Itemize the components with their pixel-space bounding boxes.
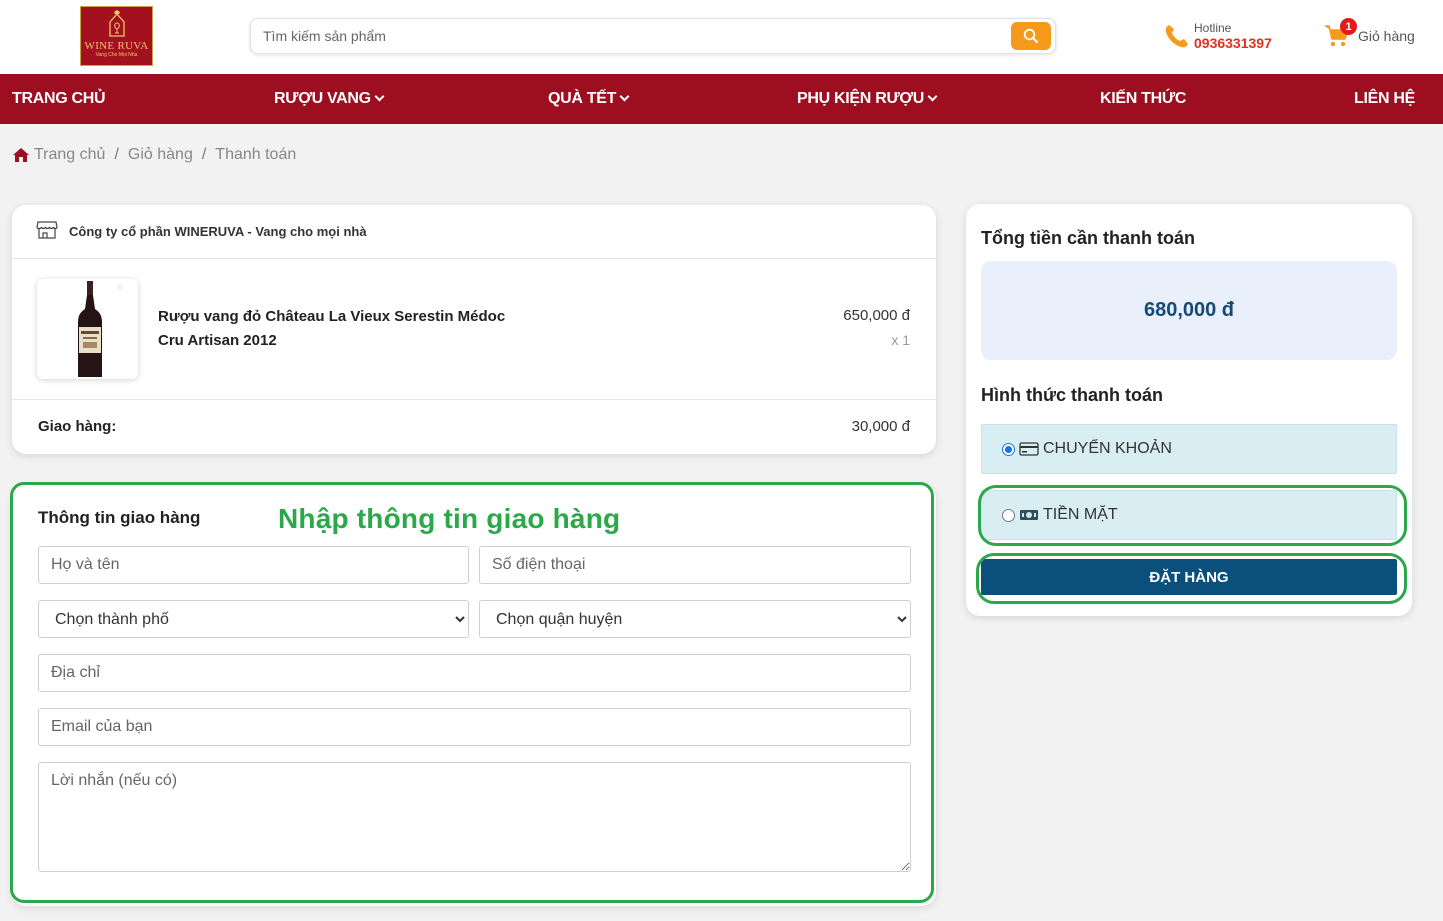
payment-option-cash[interactable]: TIỀN MẶT <box>981 490 1397 540</box>
shipping-info-title: Thông tin giao hàng <box>38 508 201 527</box>
product-price: 650,000 đ <box>843 307 910 324</box>
hotline-label: Hotline <box>1194 21 1232 35</box>
bank-transfer-label: CHUYỂN KHOẢN <box>1043 440 1172 457</box>
chevron-down-icon <box>374 91 385 102</box>
product-quantity: x 1 <box>891 332 910 348</box>
cash-label: TIỀN MẶT <box>1043 506 1118 523</box>
nav-item-contact[interactable]: LIÊN HỆ <box>1354 90 1415 108</box>
payment-summary-card: Tổng tiền cần thanh toán 680,000 đ Hình … <box>966 204 1412 616</box>
nav-item-home[interactable]: TRANG CHỦ <box>12 90 106 108</box>
phone-icon <box>1165 25 1188 48</box>
bank-transfer-radio[interactable] <box>1002 442 1015 456</box>
wine-bottle-icon: ☆ <box>78 281 123 377</box>
cash-icon <box>1020 510 1038 520</box>
cart-count-badge: 1 <box>1340 18 1357 35</box>
chevron-down-icon <box>619 91 630 102</box>
breadcrumb-separator: / <box>201 146 207 163</box>
top-header: WINE RUVA Vang Cho Mọi Nhà Hotline 09363… <box>0 0 1443 74</box>
breadcrumb-separator: / <box>114 146 119 163</box>
logo-brand-text: WINE RUVA <box>84 40 149 52</box>
cash-radio[interactable] <box>1002 508 1015 522</box>
breadcrumb: Trang chủ / Giỏ hàng / Thanh toán <box>12 146 296 164</box>
address-input[interactable] <box>38 654 911 692</box>
nav-item-tet-gifts[interactable]: QUÀ TẾT <box>548 90 630 108</box>
order-card: Công ty cổ phần WINERUVA - Vang cho mọi … <box>12 205 936 454</box>
payment-method-title: Hình thức thanh toán <box>981 385 1164 405</box>
email-input[interactable] <box>38 708 911 746</box>
search-button[interactable] <box>1011 22 1051 50</box>
product-name[interactable]: Rượu vang đỏ Château La Vieux Serestin M… <box>158 305 518 353</box>
cart-link[interactable]: 1 Giỏ hàng <box>1324 18 1424 52</box>
search-input[interactable] <box>251 19 1011 53</box>
product-row: ☆ Rượu vang đỏ Château La Vieux Serestin… <box>12 259 936 400</box>
cart-label: Giỏ hàng <box>1358 28 1415 44</box>
main-nav: TRANG CHỦ RƯỢU VANG QUÀ TẾT PHỤ KIỆN RƯỢ… <box>0 74 1443 124</box>
search-icon <box>1023 28 1038 43</box>
company-row: Công ty cổ phần WINERUVA - Vang cho mọi … <box>12 205 936 259</box>
shipping-label: Giao hàng: <box>38 418 117 435</box>
payment-option-bank-transfer[interactable]: CHUYỂN KHOẢN <box>981 424 1397 474</box>
place-order-button[interactable]: ĐẶT HÀNG <box>981 559 1397 595</box>
nav-item-accessories[interactable]: PHỤ KIỆN RƯỢU <box>797 90 938 108</box>
home-icon <box>13 148 29 162</box>
shipping-fee-row: Giao hàng: 30,000 đ <box>12 400 936 454</box>
chevron-down-icon <box>927 91 938 102</box>
nav-item-knowledge[interactable]: KIẾN THỨC <box>1100 90 1186 108</box>
search-bar <box>250 18 1056 54</box>
phone-input[interactable] <box>479 546 911 584</box>
breadcrumb-home[interactable]: Trang chủ <box>34 146 105 164</box>
note-textarea[interactable] <box>38 762 911 872</box>
district-select[interactable]: Chọn quận huyện <box>479 600 911 638</box>
credit-card-icon <box>1019 442 1039 456</box>
full-name-input[interactable] <box>38 546 469 584</box>
shipping-fee: 30,000 đ <box>851 418 910 435</box>
logo-crest-icon <box>108 10 125 37</box>
shipping-info-card: Thông tin giao hàng Chọn thành phố Chọn … <box>12 484 936 906</box>
hotline-number[interactable]: 0936331397 <box>1194 35 1272 51</box>
total-title: Tổng tiền cần thanh toán <box>981 228 1195 248</box>
store-icon <box>36 221 58 239</box>
breadcrumb-cart[interactable]: Giỏ hàng <box>128 146 193 164</box>
annotation-label: Nhập thông tin giao hàng <box>278 503 621 534</box>
breadcrumb-current: Thanh toán <box>215 146 297 163</box>
site-logo[interactable]: WINE RUVA Vang Cho Mọi Nhà <box>80 6 153 66</box>
svg-text:☆: ☆ <box>117 283 123 291</box>
total-amount: 680,000 đ <box>981 261 1397 360</box>
city-select[interactable]: Chọn thành phố <box>38 600 469 638</box>
nav-item-wine[interactable]: RƯỢU VANG <box>274 90 385 108</box>
company-name: Công ty cổ phần WINERUVA - Vang cho mọi … <box>69 224 367 239</box>
product-image[interactable]: ☆ <box>37 279 138 379</box>
logo-tagline: Vang Cho Mọi Nhà <box>95 52 138 58</box>
hotline[interactable]: Hotline 0936331397 <box>1164 20 1284 54</box>
